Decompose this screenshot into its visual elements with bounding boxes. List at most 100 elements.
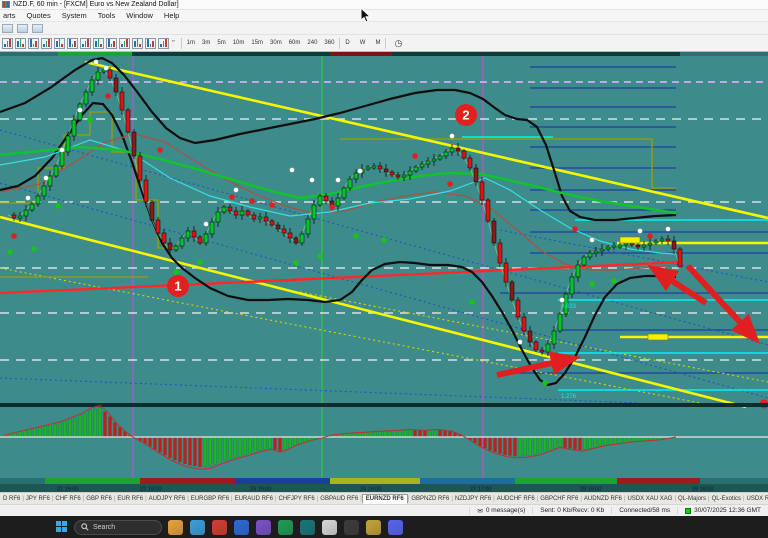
tab-eurnzd-rf6[interactable]: EURNZD RF6 [362, 494, 408, 504]
timeframe-60m[interactable]: 60m [287, 38, 303, 48]
chart-type-icon[interactable] [158, 38, 169, 49]
tab-eur-rf6[interactable]: EUR RF6 [115, 496, 145, 502]
taskbar-app-chat-app[interactable] [388, 520, 403, 535]
price-chart-canvas[interactable]: 0.6331.0001.2761221 19:0022 19:0023 19:0… [0, 52, 768, 492]
chart-type-icon[interactable] [15, 38, 26, 49]
tab-audchf-rf6[interactable]: AUDCHF RF6 [495, 496, 537, 502]
taskbar-app-settings-app[interactable] [344, 520, 359, 535]
taskbar-apps [168, 520, 403, 535]
period-w[interactable]: W [358, 38, 368, 48]
taskbar-app-notes-app[interactable] [322, 520, 337, 535]
timeframe-1m[interactable]: 1m [185, 38, 197, 48]
toolbar-icon[interactable] [32, 24, 43, 33]
buy-signal-dot [173, 269, 179, 275]
white-signal-dot [560, 298, 565, 303]
status-traffic: Sent: 0 Kb/Recv: 0 Kb [532, 507, 611, 514]
chart-type-icon[interactable] [2, 38, 13, 49]
tab-audjpy-rf6[interactable]: AUDJPY RF6 [147, 496, 188, 502]
menu-bar: arts Quotes System Tools Window Help [0, 10, 768, 22]
taskbar-app-excel-app[interactable] [278, 520, 293, 535]
sell-signal-dot [647, 233, 653, 239]
time-axis [0, 484, 768, 492]
menu-item-arts[interactable]: arts [3, 11, 16, 20]
taskbar-app-trading-app[interactable] [366, 520, 381, 535]
chart-type-icon[interactable] [54, 38, 65, 49]
session-strip-top [330, 52, 392, 56]
white-signal-dot [590, 238, 595, 243]
taskbar-app-photos-app[interactable] [256, 520, 271, 535]
tab-usdx-rf[interactable]: USDX RF [745, 496, 768, 502]
period-buttons: DWM [343, 38, 382, 48]
tab-euraud-rf6[interactable]: EURAUD RF6 [233, 496, 275, 502]
chart-type-icon[interactable] [119, 38, 130, 49]
panel-separator [0, 403, 768, 407]
timeframe-15m[interactable]: 15m [249, 38, 265, 48]
tab-nzdjpy-rf6[interactable]: NZDJPY RF6 [453, 496, 493, 502]
chart-type-icon[interactable] [41, 38, 52, 49]
taskbar-app-edge-browser[interactable] [190, 520, 205, 535]
tab-chfjpy-rf6[interactable]: CHFJPY RF6 [277, 496, 317, 502]
timeframe-360[interactable]: 360 [322, 38, 336, 48]
time-axis-label: 21 19:00 [57, 487, 78, 493]
chart-type-icon[interactable] [106, 38, 117, 49]
chart-type-icon[interactable] [145, 38, 156, 49]
session-strip-bottom [0, 478, 45, 484]
tab-audnzd-rf6[interactable]: AUDNZD RF6 [582, 496, 624, 502]
window-titlebar[interactable]: NZD.F, 60 min - [FXCM] Euro vs New Zeala… [0, 0, 768, 10]
chart-type-icon[interactable] [67, 38, 78, 49]
tab-gbpaud-rf6[interactable]: GBPAUD RF6 [318, 496, 360, 502]
taskbar-app-chrome-browser[interactable] [212, 520, 227, 535]
tab-gbp-rf6[interactable]: GBP RF6 [84, 496, 114, 502]
chart-toolbar: ” 1m3m5m 10m15m30m60m240360 DWM ◷ [0, 35, 768, 52]
toolbar-icon[interactable] [2, 24, 13, 33]
chart-window-icon [2, 1, 10, 8]
timeframe-10m[interactable]: 10m [231, 38, 247, 48]
chart-type-icon[interactable] [28, 38, 39, 49]
white-signal-dot [290, 168, 295, 173]
tab-ql-exotics[interactable]: QL-Exotics [710, 496, 743, 502]
menu-item-help[interactable]: Help [164, 11, 179, 20]
menu-item-window[interactable]: Window [126, 11, 153, 20]
menu-item-system[interactable]: System [62, 11, 87, 20]
chart-type-icon[interactable] [93, 38, 104, 49]
time-axis-label: 22 19:00 [140, 487, 161, 493]
start-button[interactable] [56, 521, 68, 533]
white-signal-dot [94, 60, 99, 65]
tab-ql-majors[interactable]: QL-Majors [676, 496, 708, 502]
search-label: Search [93, 524, 115, 531]
taskbar-app-file-explorer[interactable] [168, 520, 183, 535]
timeframe-3m[interactable]: 3m [200, 38, 212, 48]
chart-type-icon[interactable] [80, 38, 91, 49]
tab-usdx-xau-xag[interactable]: USDX XAU XAG [625, 496, 674, 502]
tab-chf-rf6[interactable]: CHF RF6 [53, 496, 82, 502]
clock-icon[interactable]: ◷ [394, 38, 402, 49]
tab-gbpnzd-rf6[interactable]: GBPNZD RF6 [409, 496, 451, 502]
timeframe-30m[interactable]: 30m [268, 38, 284, 48]
toolbar-icon[interactable] [17, 24, 28, 33]
taskbar-app-mail-app[interactable] [234, 520, 249, 535]
chart-area: 0.6331.0001.2761221 19:0022 19:0023 19:0… [0, 52, 768, 492]
menu-item-quotes[interactable]: Quotes [27, 11, 51, 20]
period-d[interactable]: D [343, 38, 351, 48]
toolbar-overflow-icon[interactable]: ” [172, 39, 175, 48]
tab-eurgbp-rf6[interactable]: EURGBP RF6 [189, 496, 231, 502]
taskbar-app-terminal-app[interactable] [300, 520, 315, 535]
period-m[interactable]: M [373, 38, 382, 48]
session-strip-bottom [235, 478, 330, 484]
taskbar-search[interactable]: Search [74, 520, 162, 535]
time-axis-label: 27 17:00 [470, 487, 491, 493]
white-signal-dot [204, 222, 209, 227]
time-axis-label: 23 19:00 [250, 487, 271, 493]
timeframe-5m[interactable]: 5m [215, 38, 227, 48]
mouse-cursor [360, 8, 373, 24]
fib-level-label: 1.276 [561, 394, 577, 400]
tab-d-rf6[interactable]: D RF6 [1, 496, 22, 502]
timeframe-240[interactable]: 240 [305, 38, 319, 48]
session-strip-top [58, 52, 132, 56]
menu-item-tools[interactable]: Tools [98, 11, 116, 20]
buy-signal-dot [87, 117, 93, 123]
tab-gbpchf-rf6[interactable]: GBPCHF RF6 [538, 496, 580, 502]
chart-type-icon[interactable] [132, 38, 143, 49]
status-messages[interactable]: ✉ 0 message(s) [469, 507, 532, 515]
tab-jpy-rf6[interactable]: JPY RF6 [24, 496, 52, 502]
